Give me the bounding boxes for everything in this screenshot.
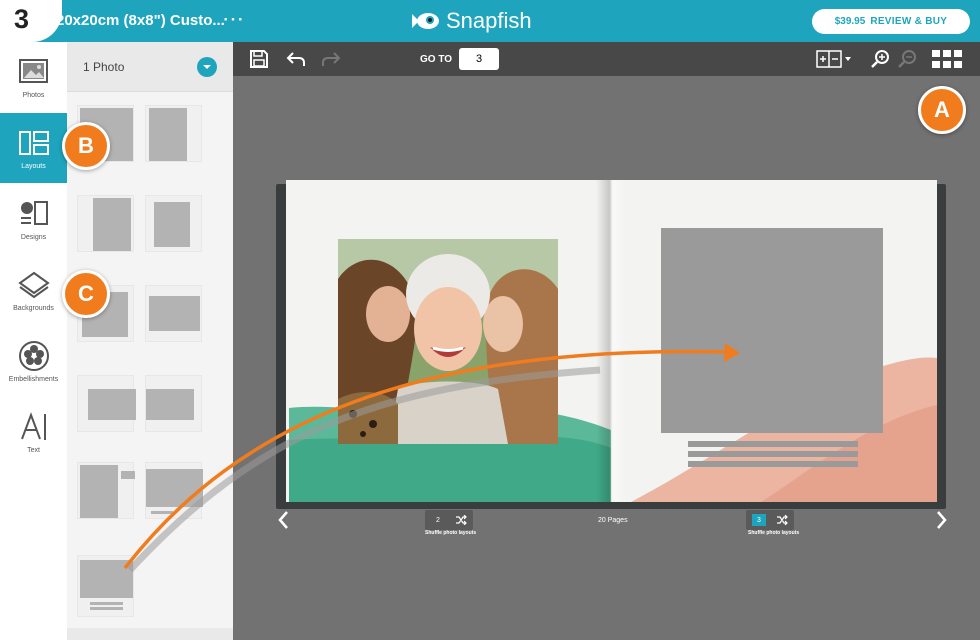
embellishments-icon <box>18 340 49 371</box>
family-photo[interactable] <box>338 239 558 444</box>
callout-c: C <box>62 270 110 318</box>
fish-logo-icon <box>412 13 439 29</box>
undo-icon[interactable] <box>285 48 307 70</box>
left-nav: Photos Layouts Designs Backgrounds Embel… <box>0 42 67 640</box>
designs-icon <box>20 200 48 225</box>
right-page-controls: 3 <box>746 510 794 530</box>
layout-thumbnail[interactable] <box>145 375 202 432</box>
nav-item-layouts[interactable]: Layouts <box>0 113 67 183</box>
goto-page-input[interactable] <box>459 48 499 70</box>
save-icon[interactable] <box>248 48 270 70</box>
layout-filter-dropdown[interactable]: 1 Photo <box>67 42 233 92</box>
review-label: REVIEW & BUY <box>870 16 948 27</box>
step-number: 3 <box>14 4 30 34</box>
text-icon <box>20 411 46 440</box>
shuffle-label-left: Shuffle photo layouts <box>425 530 477 536</box>
empty-photo-slot[interactable] <box>661 228 883 433</box>
product-title[interactable]: 20x20cm (8x8") Custo... <box>56 12 225 29</box>
layout-thumbnail[interactable] <box>145 462 203 519</box>
family-photo-image <box>338 239 558 444</box>
layout-filter-label: 1 Photo <box>83 59 125 74</box>
nav-label-embellishments: Embellishments <box>8 375 59 383</box>
shuffle-icon[interactable] <box>455 515 467 525</box>
more-options-button[interactable]: ⋯ <box>222 6 245 32</box>
layout-thumbnail[interactable] <box>77 555 134 617</box>
zoom-in-icon[interactable] <box>870 48 892 70</box>
text-box-line[interactable] <box>688 441 858 447</box>
previous-page-arrow-icon[interactable] <box>274 508 294 532</box>
shuffle-icon[interactable] <box>776 515 788 525</box>
layout-thumbnail[interactable] <box>77 375 136 432</box>
text-box-line[interactable] <box>688 461 858 467</box>
next-page-arrow-icon[interactable] <box>931 508 951 532</box>
nav-label-text: Text <box>27 446 40 454</box>
layouts-icon <box>18 130 49 155</box>
layout-thumbnail[interactable] <box>145 285 202 342</box>
photos-icon <box>18 58 48 83</box>
book-spine <box>596 180 626 502</box>
layout-thumbnail[interactable] <box>145 195 202 252</box>
page-count: 20 Pages <box>598 517 628 524</box>
nav-item-backgrounds[interactable]: Backgrounds <box>0 255 67 325</box>
nav-label-designs: Designs <box>20 233 47 241</box>
grid-view-icon[interactable] <box>931 48 963 70</box>
nav-label-backgrounds: Backgrounds <box>13 304 54 312</box>
nav-item-text[interactable]: Text <box>0 397 67 467</box>
logo-text: Snapfish <box>446 8 532 33</box>
nav-item-embellishments[interactable]: Embellishments <box>0 326 67 396</box>
editor-toolbar: GO TO <box>233 42 980 76</box>
add-remove-pages-icon[interactable] <box>815 48 855 70</box>
top-bar: 20x20cm (8x8") Custo... ⋯ Snapfish $39.9… <box>0 0 980 42</box>
layout-thumbnail[interactable] <box>145 105 202 162</box>
zoom-out-icon[interactable] <box>897 48 919 70</box>
review-and-buy-button[interactable]: $39.95 REVIEW & BUY <box>812 9 970 34</box>
goto-label: GO TO <box>420 54 453 65</box>
text-box-line[interactable] <box>688 451 858 457</box>
snapfish-logo: Snapfish <box>410 8 532 34</box>
layout-thumbnail[interactable] <box>77 462 135 519</box>
redo-icon[interactable] <box>320 48 342 70</box>
left-page-number[interactable]: 2 <box>431 514 445 526</box>
callout-b: B <box>62 122 110 170</box>
left-page-controls: 2 <box>425 510 473 530</box>
backgrounds-icon <box>17 271 50 298</box>
shuffle-label-right: Shuffle photo layouts <box>748 530 800 536</box>
nav-item-designs[interactable]: Designs <box>0 184 67 254</box>
price-label: $39.95 <box>834 16 866 27</box>
callout-a: A <box>918 86 966 134</box>
chevron-down-icon[interactable] <box>197 56 217 77</box>
nav-label-layouts: Layouts <box>21 162 46 170</box>
nav-label-photos: Photos <box>22 91 45 99</box>
right-page-number[interactable]: 3 <box>752 514 766 526</box>
layout-thumbnail[interactable] <box>77 195 134 252</box>
nav-item-photos[interactable]: Photos <box>0 42 67 112</box>
